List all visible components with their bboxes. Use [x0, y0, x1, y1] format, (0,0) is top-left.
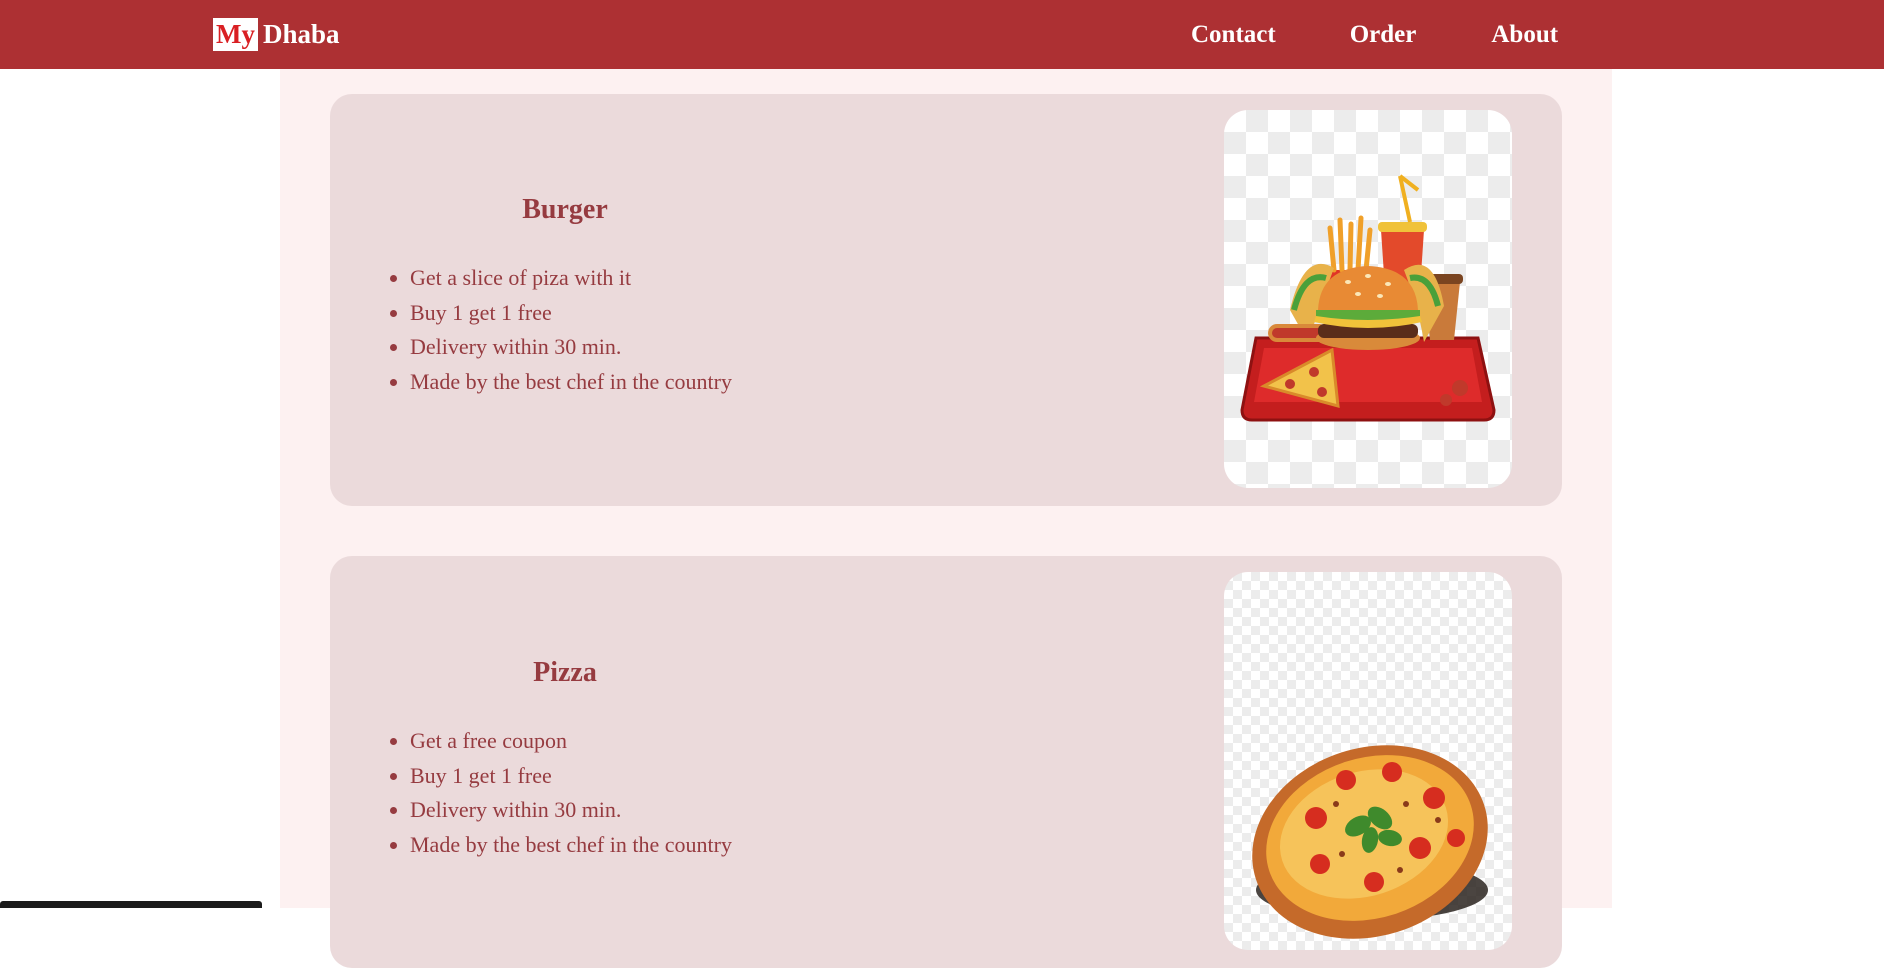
product-card-pizza: Pizza Get a free coupon Buy 1 get 1 free… — [330, 556, 1562, 968]
list-item: Made by the best chef in the country — [410, 365, 1010, 400]
list-item: Delivery within 30 min. — [410, 793, 1010, 828]
list-item: Buy 1 get 1 free — [410, 759, 1010, 794]
product-title: Burger — [522, 194, 608, 225]
navbar: My Dhaba Contact Order About — [0, 0, 1884, 69]
nav-link-contact[interactable]: Contact — [1191, 18, 1276, 51]
product-card-burger: Burger Get a slice of piza with it Buy 1… — [330, 94, 1562, 506]
pizza-image — [1224, 572, 1512, 950]
brand-logo[interactable]: My Dhaba — [213, 18, 340, 51]
bottom-toolbar-edge — [0, 901, 262, 908]
fast-food-tray-image — [1224, 110, 1512, 488]
product-title: Pizza — [533, 657, 597, 688]
list-item: Get a slice of piza with it — [410, 261, 1010, 296]
list-item: Get a free coupon — [410, 724, 1010, 759]
feature-list: Get a free coupon Buy 1 get 1 free Deliv… — [380, 724, 1010, 863]
list-item: Buy 1 get 1 free — [410, 296, 1010, 331]
feature-list: Get a slice of piza with it Buy 1 get 1 … — [380, 261, 1010, 400]
list-item: Delivery within 30 min. — [410, 330, 1010, 365]
main-content: Burger Get a slice of piza with it Buy 1… — [280, 69, 1612, 968]
list-item: Made by the best chef in the country — [410, 828, 1010, 863]
nav-link-order[interactable]: Order — [1350, 18, 1417, 51]
nav-links: Contact Order About — [1191, 18, 1558, 51]
logo-highlight: My — [213, 18, 258, 51]
logo-text: Dhaba — [262, 19, 340, 49]
nav-link-about[interactable]: About — [1491, 18, 1558, 51]
